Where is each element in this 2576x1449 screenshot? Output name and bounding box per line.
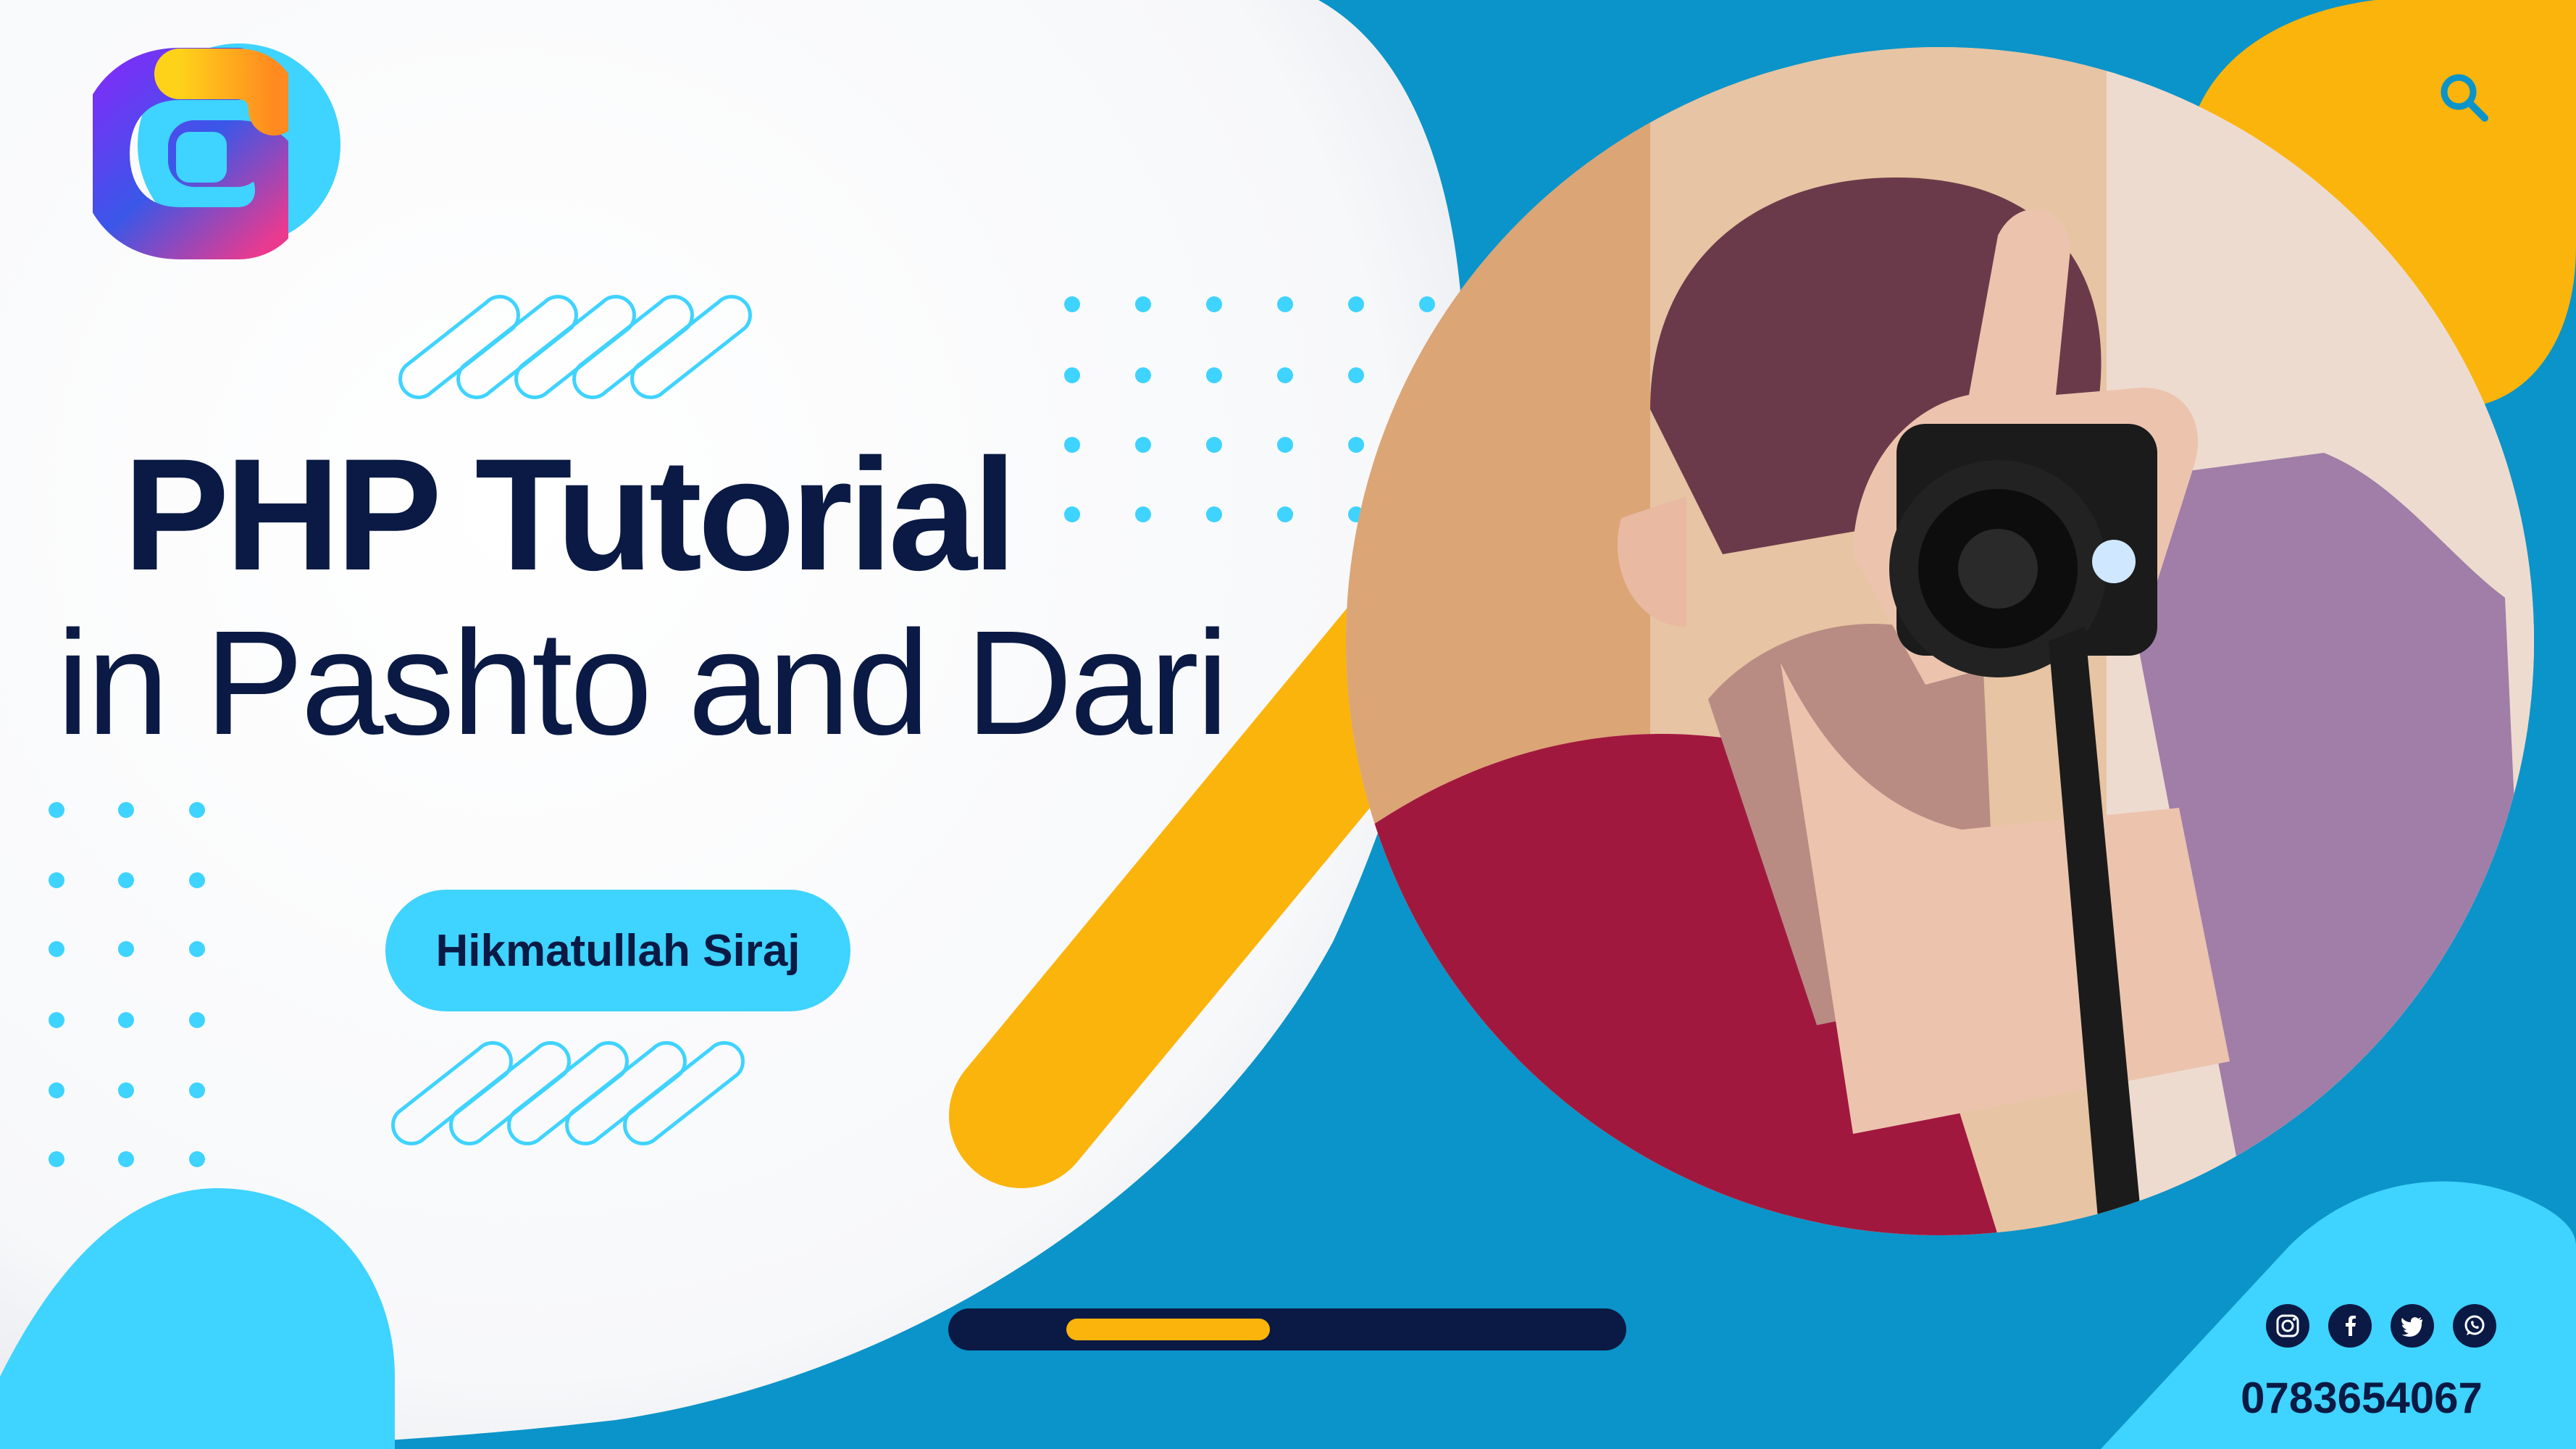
search-icon[interactable]	[2435, 69, 2493, 127]
facebook-icon[interactable]	[2328, 1304, 2372, 1348]
progress-fill	[1066, 1319, 1270, 1340]
twitter-icon[interactable]	[2391, 1304, 2434, 1348]
author-name: Hikmatullah Siraj	[435, 925, 800, 976]
c-logo-icon[interactable]	[93, 45, 288, 262]
whatsapp-icon[interactable]	[2453, 1304, 2496, 1348]
title-line-1: PHP Tutorial	[123, 425, 1017, 604]
progress-track	[948, 1308, 1626, 1350]
title-line-2: in Pashto and Dari	[57, 600, 1229, 766]
progress-bar	[948, 1308, 1626, 1350]
thumbnail-canvas: PHP Tutorial in Pashto and Dari Hikmatul…	[0, 0, 2576, 1449]
photographer-photo	[1346, 47, 2534, 1235]
instagram-icon[interactable]	[2266, 1304, 2309, 1348]
author-badge: Hikmatullah Siraj	[385, 890, 850, 1011]
social-icons	[2266, 1304, 2496, 1348]
phone-number: 0783654067	[2241, 1374, 2483, 1422]
